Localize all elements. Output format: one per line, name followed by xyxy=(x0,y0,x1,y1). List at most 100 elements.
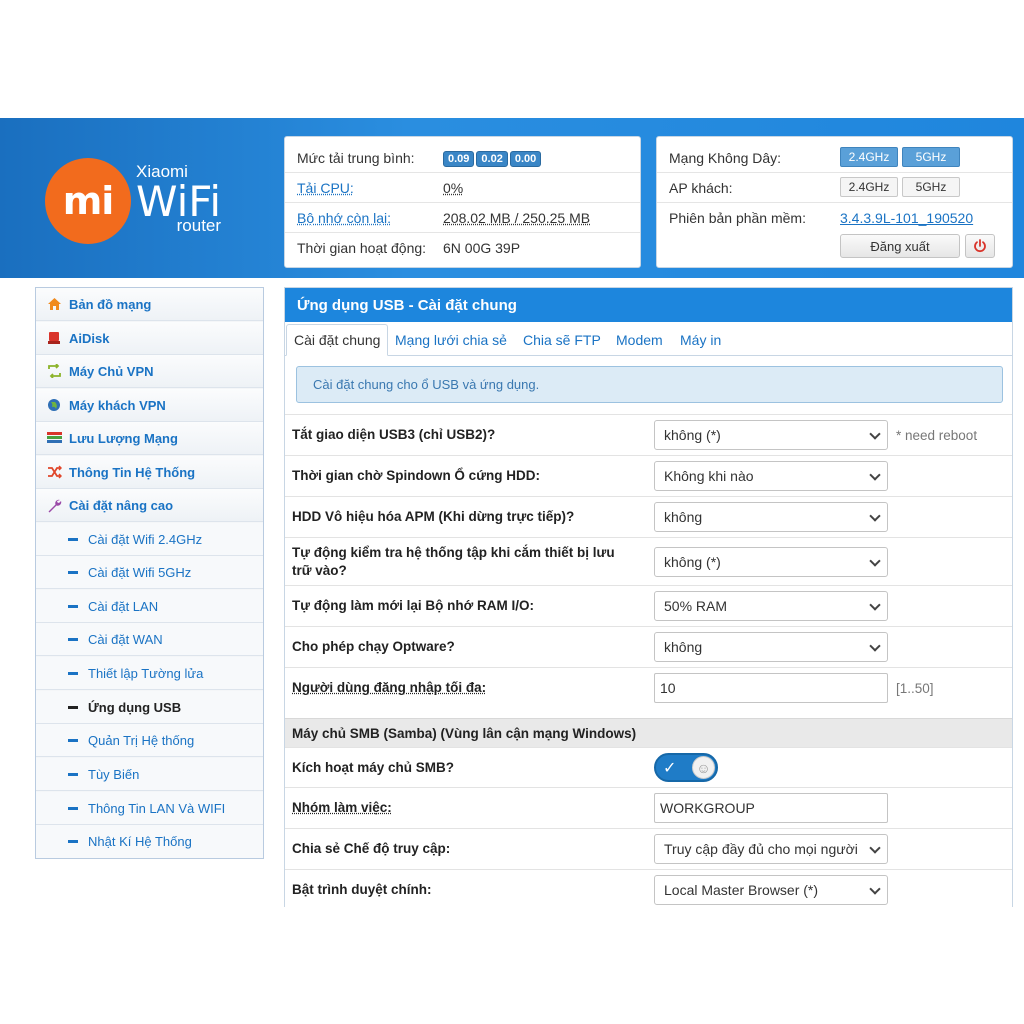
guest-5ghz-button[interactable]: 5GHz xyxy=(902,177,960,197)
sidebar-sub-label: Cài đặt LAN xyxy=(88,598,159,614)
power-button[interactable] xyxy=(965,234,995,258)
tab-network-share[interactable]: Mạng lưới chia sẻ xyxy=(395,324,507,356)
sidebar-item-label: Máy khách VPN xyxy=(69,397,166,413)
setting-label: Tự động kiểm tra hệ thống tập khi cắm th… xyxy=(292,544,615,578)
cpu-row: Tải CPU: 0% xyxy=(285,173,640,203)
ram-refresh-select[interactable]: 50% RAM xyxy=(654,591,888,621)
traffic-icon xyxy=(46,430,62,446)
chevron-down-icon xyxy=(869,469,881,481)
memory-row: Bộ nhớ còn lại: 208.02 MB / 250.25 MB xyxy=(285,203,640,233)
tab-general[interactable]: Cài đặt chung xyxy=(286,324,389,356)
dash-icon xyxy=(68,705,78,709)
tab-ftp-share[interactable]: Chia sẽ FTP xyxy=(523,324,601,356)
sidebar-item-aidisk[interactable]: AiDisk xyxy=(36,322,263,355)
smb-enable-toggle[interactable]: ✓ ☺ xyxy=(654,753,718,782)
power-icon xyxy=(974,239,986,253)
setting-row: Cho phép chạy Optware? không xyxy=(285,626,1012,667)
select-value: không (*) xyxy=(664,427,721,443)
sidebar-item-vpn-client[interactable]: Máy khách VPN xyxy=(36,389,263,422)
sidebar-item-label: Cài đặt nâng cao xyxy=(69,497,174,513)
sidebar-sub-wifi24[interactable]: Cài đặt Wifi 2.4GHz xyxy=(36,523,263,556)
sidebar-sub-usb[interactable]: Ứng dụng USB xyxy=(36,691,263,724)
dash-icon xyxy=(68,537,78,541)
range-hint: [1..50] xyxy=(896,680,934,696)
disk-icon xyxy=(46,330,62,346)
load-badge: 0.02 xyxy=(476,150,508,167)
cpu-link[interactable]: Tải CPU: xyxy=(297,180,354,196)
sidebar-sub-syslog[interactable]: Nhật Kí Hệ Thống xyxy=(36,825,263,858)
home-icon xyxy=(46,296,62,312)
sidebar-sub-customize[interactable]: Tùy Biến xyxy=(36,758,263,791)
chevron-down-icon xyxy=(869,428,881,440)
guest-ap-label: AP khách: xyxy=(669,179,733,196)
sidebar-sub-firewall[interactable]: Thiết lập Tường lửa xyxy=(36,657,263,690)
main-panel: Ứng dụng USB - Cài đặt chung Cài đặt chu… xyxy=(284,287,1013,907)
chevron-down-icon xyxy=(869,510,881,522)
vpn-server-icon xyxy=(46,363,62,379)
sidebar-item-label: Máy Chủ VPN xyxy=(69,363,154,379)
wrench-icon xyxy=(46,497,62,513)
setting-label: Kích hoạt máy chủ SMB? xyxy=(292,759,455,775)
master-browser-select[interactable]: Local Master Browser (*) xyxy=(654,875,888,905)
sidebar-sub-lan[interactable]: Cài đặt LAN xyxy=(36,590,263,623)
firmware-label: Phiên bản phần mềm: xyxy=(669,210,806,226)
setting-row: Người dùng đăng nhập tối đa: 10 [1..50] xyxy=(285,667,1012,708)
setting-label: Người dùng đăng nhập tối đa: xyxy=(292,680,487,695)
mi-logo: mi xyxy=(45,158,131,244)
dash-icon xyxy=(68,570,78,574)
load-badge: 0.09 xyxy=(443,150,475,167)
load-values: 0.09 0.02 0.00 xyxy=(443,149,543,167)
setting-row: Bật trình duyệt chính: Local Master Brow… xyxy=(285,869,1012,907)
access-mode-select[interactable]: Truy cập đầy đủ cho mọi người xyxy=(654,834,888,864)
sidebar-item-label: Bản đồ mạng xyxy=(69,296,152,312)
fs-check-select[interactable]: không (*) xyxy=(654,546,888,577)
tab-modem[interactable]: Modem xyxy=(616,324,663,356)
sidebar-item-label: AiDisk xyxy=(69,330,110,346)
dash-icon xyxy=(68,671,78,675)
sidebar-item-advanced[interactable]: Cài đặt nâng cao xyxy=(36,489,263,522)
sidebar-sub-label: Cài đặt Wifi 2.4GHz xyxy=(88,531,203,547)
usb3-disable-select[interactable]: không (*) xyxy=(654,420,888,450)
workgroup-input[interactable]: WORKGROUP xyxy=(654,793,888,823)
load-label: Mức tải trung bình: xyxy=(297,149,415,166)
sidebar-sub-wan[interactable]: Cài đặt WAN xyxy=(36,623,263,656)
sidebar-item-system-info[interactable]: Thông Tin Hệ Thống xyxy=(36,456,263,489)
wireless-5ghz-button[interactable]: 5GHz xyxy=(902,147,960,167)
setting-row: Tự động làm mới lại Bộ nhớ RAM I/O: 50% … xyxy=(285,585,1012,626)
max-users-input[interactable]: 10 xyxy=(654,673,888,703)
sidebar-sub-label: Cài đặt Wifi 5GHz xyxy=(88,564,192,580)
load-row: Mức tải trung bình: 0.09 0.02 0.00 xyxy=(285,143,640,173)
firmware-link[interactable]: 3.4.3.9L-101_190520 xyxy=(840,210,973,226)
spindown-select[interactable]: Không khi nào xyxy=(654,461,888,491)
mi-logo-text: mi xyxy=(62,179,115,223)
setting-row: Nhóm làm việc: WORKGROUP xyxy=(285,787,1012,828)
logout-button[interactable]: Đăng xuất xyxy=(840,234,960,258)
dash-icon xyxy=(68,637,78,641)
optware-select[interactable]: không xyxy=(654,632,888,662)
sidebar-sub-wifi5[interactable]: Cài đặt Wifi 5GHz xyxy=(36,556,263,589)
page-title: Ứng dụng USB - Cài đặt chung xyxy=(285,288,1012,322)
sidebar-item-vpn-server[interactable]: Máy Chủ VPN xyxy=(36,355,263,388)
setting-row: Thời gian chờ Spindown Ổ cứng HDD: Không… xyxy=(285,455,1012,496)
memory-value: 208.02 MB / 250.25 MB xyxy=(443,209,591,226)
wireless-24ghz-button[interactable]: 2.4GHz xyxy=(840,147,898,167)
setting-label: Thời gian chờ Spindown Ổ cứng HDD: xyxy=(292,468,540,483)
dash-icon xyxy=(68,604,78,608)
memory-link[interactable]: Bộ nhớ còn lại: xyxy=(297,210,391,226)
uptime-value: 6N 00G 39P xyxy=(443,240,521,256)
tab-printer[interactable]: Máy in xyxy=(680,324,721,356)
sidebar-item-label: Thông Tin Hệ Thống xyxy=(69,464,196,480)
shuffle-icon xyxy=(46,464,62,480)
apm-disable-select[interactable]: không xyxy=(654,502,888,532)
sidebar-sub-label: Nhật Kí Hệ Thống xyxy=(88,834,192,849)
sidebar-sub-lan-wifi-info[interactable]: Thông Tin LAN Và WIFI xyxy=(36,792,263,825)
setting-row: Tự động kiểm tra hệ thống tập khi cắm th… xyxy=(285,537,1012,585)
chevron-down-icon xyxy=(869,599,881,611)
sidebar-item-network-map[interactable]: Bản đồ mạng xyxy=(36,288,263,321)
guest-24ghz-button[interactable]: 2.4GHz xyxy=(840,177,898,197)
sidebar-sub-label: Ứng dụng USB xyxy=(88,699,182,715)
sidebar-sub-admin[interactable]: Quản Trị Hệ thống xyxy=(36,724,263,757)
setting-row: Chia sẻ Chế độ truy cập: Truy cập đầy đủ… xyxy=(285,828,1012,869)
sidebar-item-traffic[interactable]: Lưu Lượng Mạng xyxy=(36,422,263,455)
setting-row: Tắt giao diện USB3 (chỉ USB2)? không (*)… xyxy=(285,414,1012,455)
